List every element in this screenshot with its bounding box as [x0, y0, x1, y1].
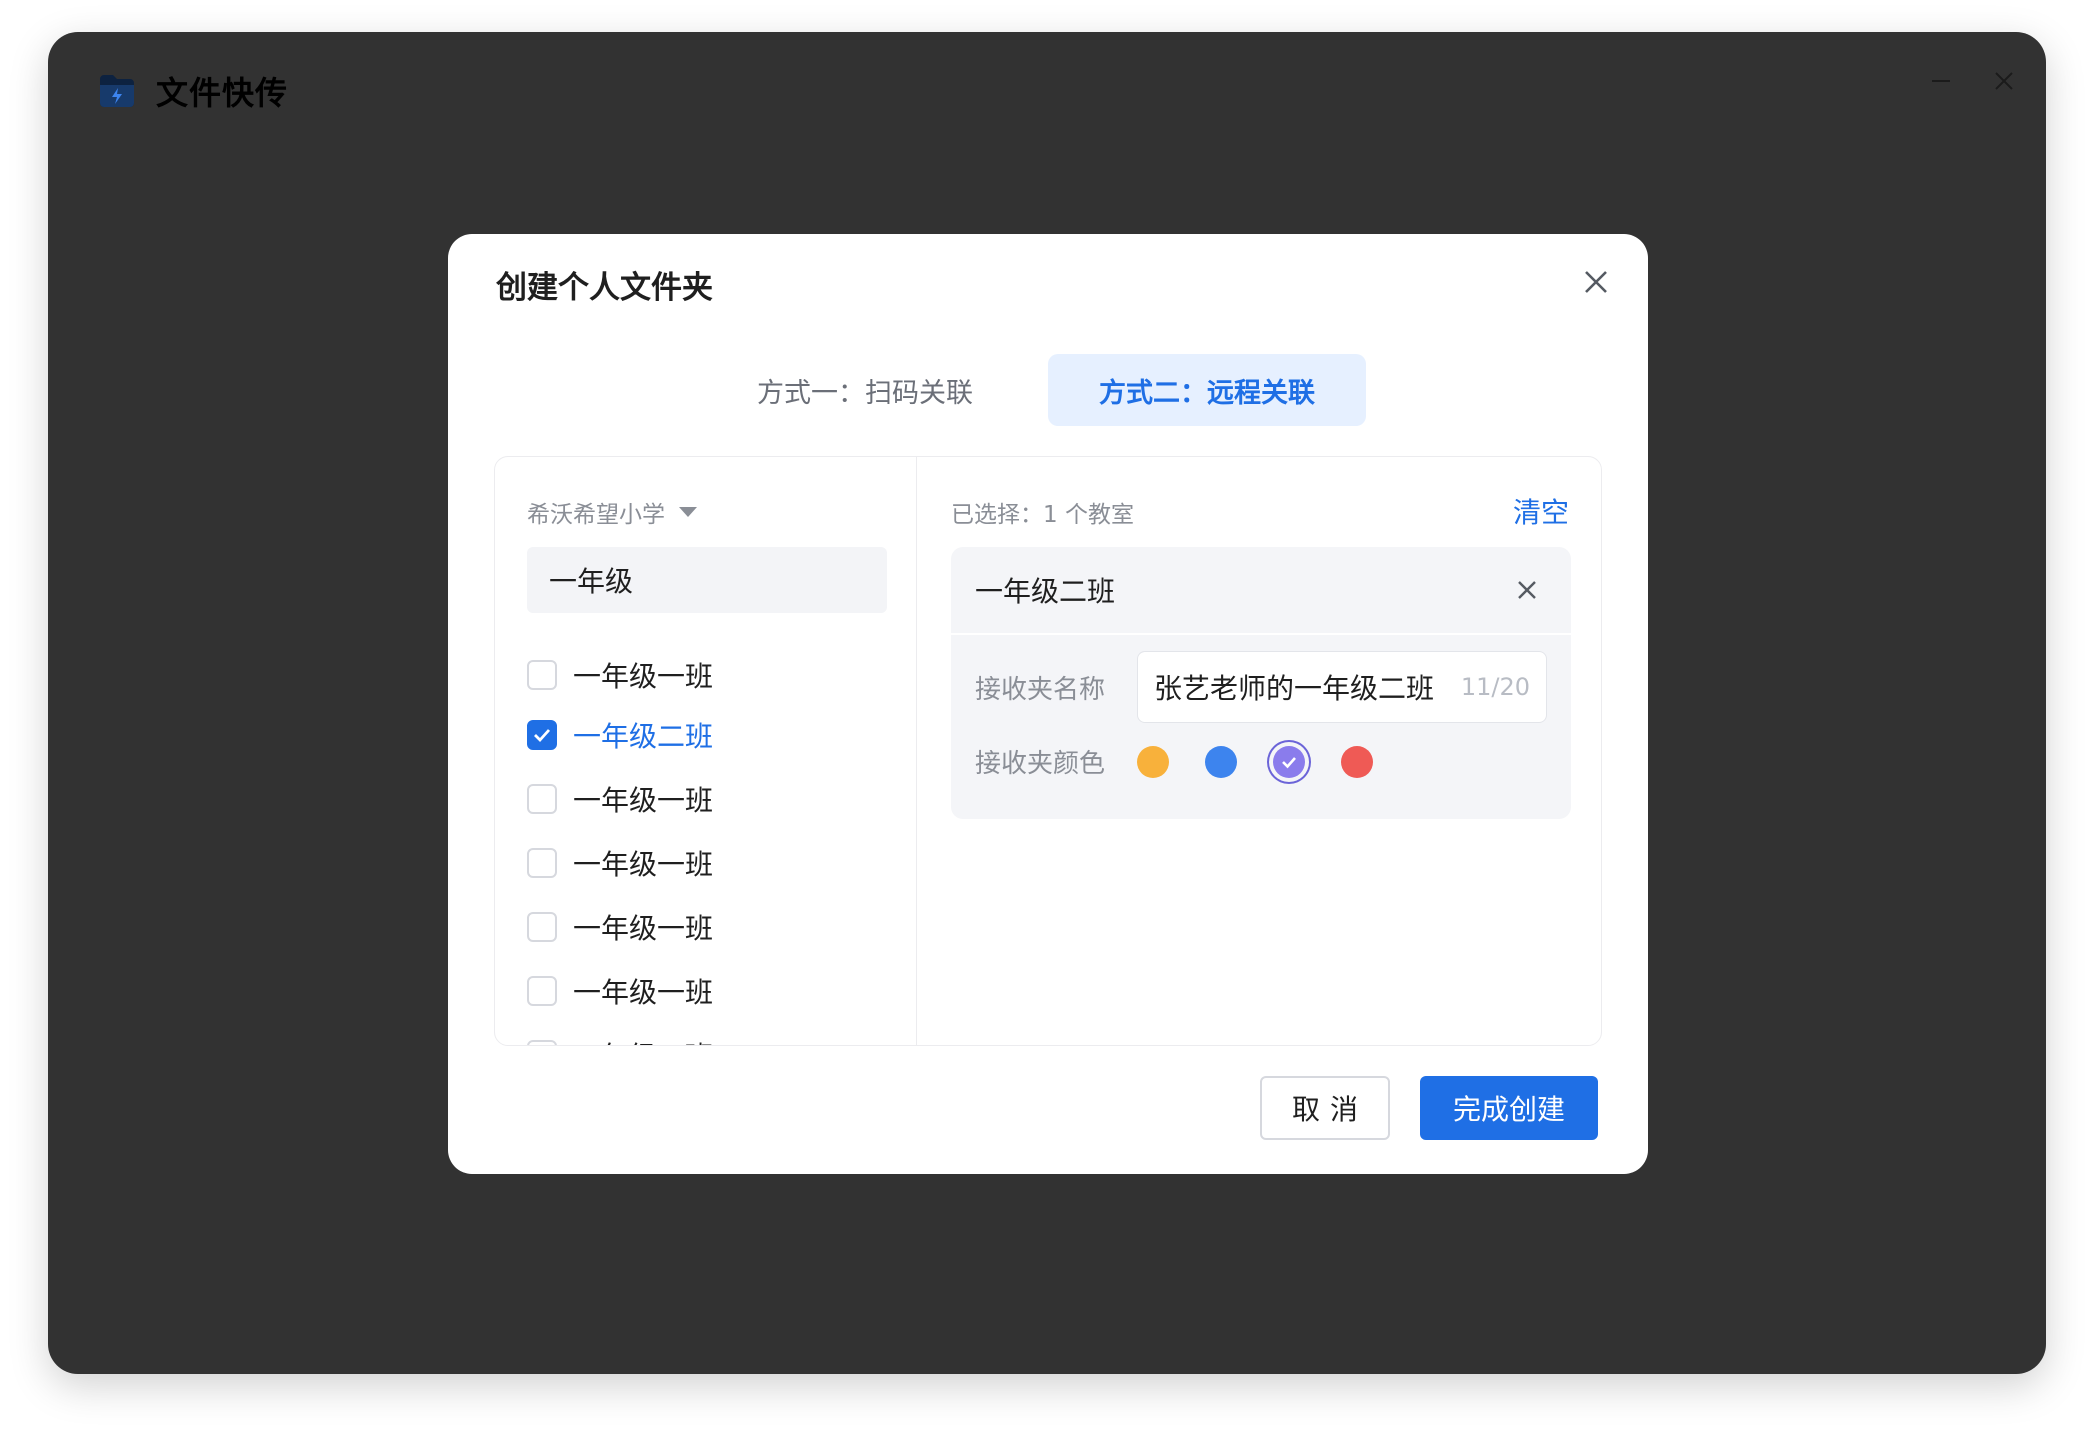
selected-panel: 已选择：1 个教室 清空 一年级二班 接收夹名称 11/20: [919, 457, 1601, 1045]
color-swatch[interactable]: [1341, 745, 1373, 778]
clear-button[interactable]: 清空: [1513, 491, 1569, 531]
minimize-icon: [1932, 80, 1950, 82]
selection-panel: 希沃希望小学 一年级一班 一年级二班: [494, 456, 1602, 1046]
selected-class-card: 一年级二班 接收夹名称 11/20 接收夹颜色: [951, 547, 1571, 819]
checkbox[interactable]: [527, 848, 557, 878]
class-item[interactable]: 一年级一班: [527, 1023, 916, 1045]
color-swatch[interactable]: [1273, 745, 1305, 778]
search-input[interactable]: [549, 563, 898, 597]
folder-name-field: 11/20: [1137, 651, 1547, 723]
app-titlebar: 文件快传: [98, 68, 288, 114]
class-list: 一年级一班 一年级二班 一年级一班 一年级一班 一年级一班 一年级一班: [527, 643, 916, 1045]
selected-count: 已选择：1 个教室: [951, 502, 1134, 528]
create-button[interactable]: 完成创建: [1420, 1076, 1598, 1140]
remove-class-button[interactable]: [1507, 570, 1547, 610]
checkbox[interactable]: [527, 720, 557, 750]
checkbox[interactable]: [527, 912, 557, 942]
tab-remote[interactable]: 方式二：远程关联: [1048, 354, 1366, 426]
selected-class-name: 一年级二班: [975, 575, 1116, 608]
dialog-close-button[interactable]: [1572, 258, 1620, 306]
class-label: 一年级一班: [573, 1035, 713, 1045]
dialog-title: 创建个人文件夹: [496, 270, 713, 306]
search-box: [527, 547, 898, 613]
class-picker: 希沃希望小学 一年级一班 一年级二班: [495, 457, 917, 1045]
class-item[interactable]: 一年级一班: [527, 959, 916, 1023]
checkbox[interactable]: [527, 660, 557, 690]
color-swatches: [1137, 745, 1409, 778]
color-swatch[interactable]: [1205, 745, 1237, 778]
folder-name-input[interactable]: [1154, 670, 1454, 704]
window-close-button[interactable]: [1979, 56, 2029, 106]
school-name: 希沃希望小学: [527, 502, 665, 528]
mode-tabs: 方式一：扫码关联 方式二：远程关联: [448, 354, 1648, 426]
class-label: 一年级一班: [573, 660, 714, 693]
app-title: 文件快传: [156, 74, 289, 112]
selected-class-header: 一年级二班: [951, 547, 1571, 635]
class-label: 一年级一班: [573, 912, 714, 945]
school-dropdown[interactable]: 希沃希望小学: [527, 495, 697, 529]
checkmark-icon: [534, 729, 551, 743]
class-label: 一年级一班: [573, 976, 714, 1009]
cancel-button[interactable]: 取消: [1260, 1076, 1390, 1140]
checkbox[interactable]: [527, 784, 557, 814]
folder-color-row: 接收夹颜色: [951, 743, 1571, 780]
folder-color-label: 接收夹颜色: [975, 749, 1106, 779]
folder-name-row: 接收夹名称 11/20: [951, 651, 1571, 723]
create-folder-dialog: 创建个人文件夹 方式一：扫码关联 方式二：远程关联 希沃希望小学 一年级一班: [448, 234, 1648, 1174]
tab-scan[interactable]: 方式一：扫码关联: [730, 354, 1000, 426]
class-item[interactable]: 一年级一班: [527, 831, 916, 895]
checkmark-icon: [1273, 746, 1305, 778]
class-item[interactable]: 一年级一班: [527, 767, 916, 831]
class-item[interactable]: 一年级二班: [527, 703, 916, 767]
char-count: 11/20: [1460, 673, 1530, 701]
close-icon: [1585, 271, 1607, 293]
close-icon: [1995, 72, 2013, 90]
minimize-button[interactable]: [1916, 56, 1966, 106]
class-label: 一年级一班: [573, 784, 714, 817]
folder-name-label: 接收夹名称: [975, 674, 1106, 705]
checkbox[interactable]: [527, 976, 557, 1006]
close-icon: [1518, 581, 1536, 599]
caret-down-icon: [679, 507, 697, 517]
class-item[interactable]: 一年级一班: [527, 643, 916, 707]
color-swatch[interactable]: [1137, 745, 1169, 778]
checkbox[interactable]: [527, 1040, 557, 1045]
folder-lightning-icon: [100, 75, 134, 107]
class-label: 一年级一班: [573, 848, 714, 881]
class-label: 一年级二班: [573, 720, 714, 753]
class-item[interactable]: 一年级一班: [527, 895, 916, 959]
